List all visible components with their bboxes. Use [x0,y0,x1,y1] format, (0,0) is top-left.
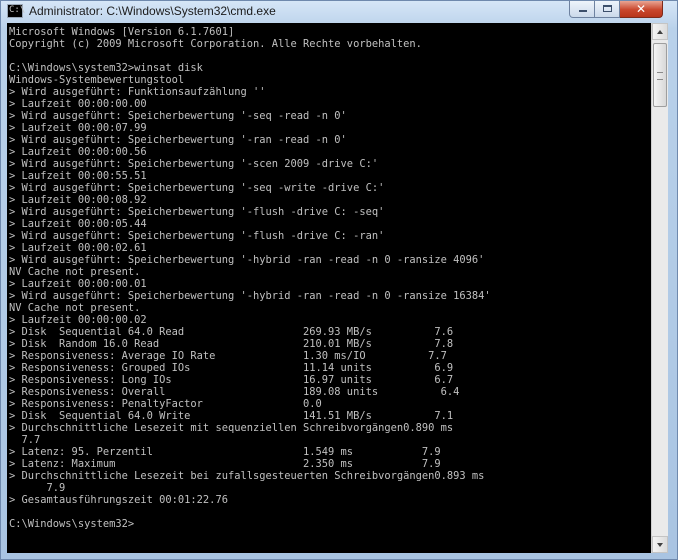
console-line: > Disk Sequential 64.0 Write 141.51 MB/s… [9,410,454,422]
console-line: 7.9 [9,482,66,494]
console-line: > Wird ausgeführt: Funktionsaufzählung '… [9,86,266,98]
maximize-icon [603,5,612,12]
cmd-icon[interactable]: C:\ [7,4,26,18]
console-line: C:\Windows\system32> [9,518,135,530]
console-line: Microsoft Windows [Version 6.1.7601] [9,26,235,38]
console-line: > Wird ausgeführt: Speicherbewertung '-f… [9,230,385,242]
scroll-grip-icon [657,72,663,80]
console-line: > Laufzeit 00:00:05.44 [9,218,147,230]
console-line: > Wird ausgeführt: Speicherbewertung '-s… [9,182,385,194]
console-line: > Laufzeit 00:00:00.01 [9,278,147,290]
scroll-up-arrow-icon[interactable] [652,23,668,40]
console-line: > Wird ausgeführt: Speicherbewertung '-s… [9,110,347,122]
console-output[interactable]: Microsoft Windows [Version 6.1.7601] Cop… [7,23,651,553]
console-line: > Wird ausgeführt: Speicherbewertung '-h… [9,254,485,266]
console-line: > Laufzeit 00:00:00.02 [9,314,147,326]
console-line: > Laufzeit 00:00:07.99 [9,122,147,134]
console-line: 7.7 [9,434,41,446]
console-line: > Laufzeit 00:00:00.00 [9,98,147,110]
close-icon: ✕ [635,2,647,16]
console-line: NV Cache not present. [9,302,141,314]
console-line: > Latenz: Maximum 2.350 ms 7.9 [9,458,441,470]
console-line: Copyright (c) 2009 Microsoft Corporation… [9,38,422,50]
cmd-window: C:\ Administrator: C:\Windows\System32\c… [0,0,678,560]
console-line: > Laufzeit 00:00:02.61 [9,242,147,254]
console-line: > Disk Random 16.0 Read 210.01 MB/s 7.8 [9,338,454,350]
console-line: > Responsiveness: Average IO Rate 1.30 m… [9,350,447,362]
vertical-scrollbar[interactable] [651,23,668,553]
console-line: > Responsiveness: PenaltyFactor 0.0 [9,398,322,410]
minimize-button[interactable] [569,1,595,18]
console-text: Microsoft Windows [Version 6.1.7601] Cop… [7,23,651,530]
cmd-icon-text: C:\ [9,5,26,15]
title-bar[interactable]: C:\ Administrator: C:\Windows\System32\c… [1,1,677,23]
console-line: > Gesamtausführungszeit 00:01:22.76 [9,494,228,506]
console-line: Windows-Systembewertungstool [9,74,185,86]
console-line: C:\Windows\system32>winsat disk [9,62,203,74]
console-line: > Laufzeit 00:00:55.51 [9,170,147,182]
window-title: Administrator: C:\Windows\System32\cmd.e… [29,4,276,18]
console-line: > Responsiveness: Grouped IOs 11.14 unit… [9,362,454,374]
console-line: > Laufzeit 00:00:00.56 [9,146,147,158]
console-line: NV Cache not present. [9,266,141,278]
close-button[interactable]: ✕ [620,1,663,18]
console-line: > Wird ausgeführt: Speicherbewertung '-f… [9,206,385,218]
console-line: > Laufzeit 00:00:08.92 [9,194,147,206]
console-line: > Durchschnittliche Lesezeit mit sequenz… [9,422,454,434]
console-line: > Disk Sequential 64.0 Read 269.93 MB/s … [9,326,454,338]
maximize-button[interactable] [595,1,620,18]
console-line: > Latenz: 95. Perzentil 1.549 ms 7.9 [9,446,441,458]
console-line: > Responsiveness: Long IOs 16.97 units 6… [9,374,454,386]
console-line: > Durchschnittliche Lesezeit bei zufalls… [9,470,485,482]
minimize-icon [579,10,587,12]
console-line: > Wird ausgeführt: Speicherbewertung '-h… [9,290,491,302]
scroll-down-arrow-icon[interactable] [652,536,668,553]
console-line: > Responsiveness: Overall 189.08 units 6… [9,386,460,398]
scroll-thumb[interactable] [653,43,667,107]
caption-buttons: ✕ [569,1,663,19]
console-line: > Wird ausgeführt: Speicherbewertung '-r… [9,134,347,146]
console-line: > Wird ausgeführt: Speicherbewertung '-s… [9,158,379,170]
